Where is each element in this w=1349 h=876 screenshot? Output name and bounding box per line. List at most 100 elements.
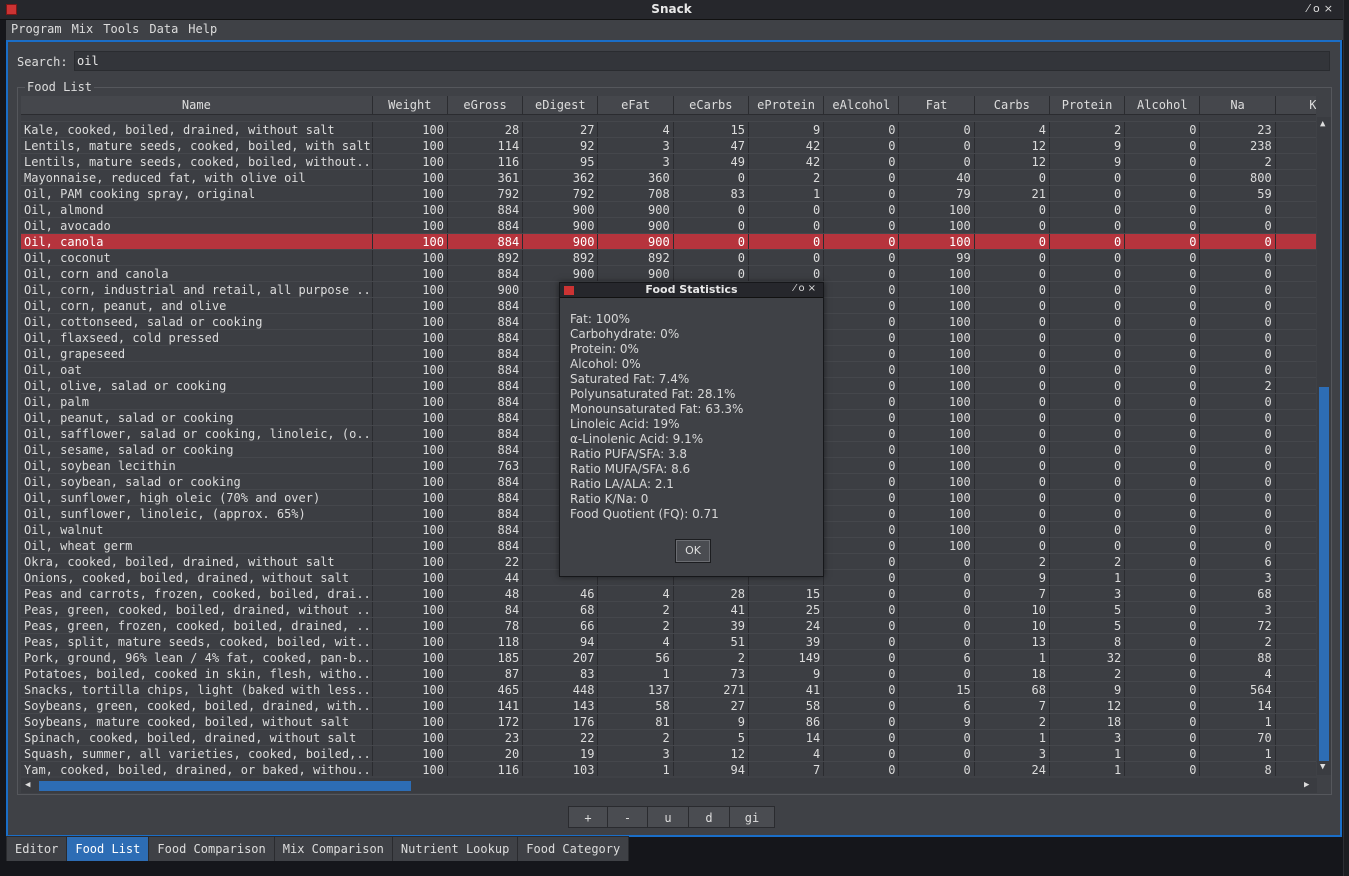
column-header[interactable]: Alcohol	[1124, 96, 1201, 115]
vertical-scrollbar[interactable]: ▲ ▼	[1317, 117, 1331, 775]
table-row[interactable]: Soybeans, green, cooked, boiled, drained…	[21, 697, 1316, 714]
tab-editor[interactable]: Editor	[6, 836, 68, 861]
scroll-right-arrow-icon[interactable]: ▶	[1304, 780, 1309, 790]
table-row[interactable]: Spinach, cooked, boiled, drained, withou…	[21, 729, 1316, 746]
table-row-selected[interactable]: Oil, canola 100 884 900 900 0 0 0 100 0 0 0 0	[21, 233, 1316, 250]
table-cell: 892	[522, 249, 599, 266]
menu-tools[interactable]: Tools	[98, 20, 144, 40]
column-header[interactable]: Fat	[898, 96, 975, 115]
dialog-titlebar[interactable]: Food Statistics ⁄o×	[560, 283, 823, 298]
column-header[interactable]: eFat	[597, 96, 674, 115]
table-cell: 3	[597, 153, 674, 170]
table-row[interactable]: Squash, summer, all varieties, cooked, b…	[21, 745, 1316, 762]
horizontal-scrollbar[interactable]: ◀ ▶	[21, 778, 1317, 793]
table-cell	[1275, 153, 1316, 170]
table-cell: 0	[823, 313, 900, 330]
table-cell: 0	[1199, 537, 1276, 554]
column-header[interactable]: eGross	[447, 96, 524, 115]
window-titlebar[interactable]: Snack ⁄o×	[0, 0, 1343, 20]
table-cell: 12	[1049, 697, 1126, 714]
scroll-left-arrow-icon[interactable]: ◀	[25, 780, 30, 790]
table-cell: 94	[522, 633, 599, 650]
table-row[interactable]: Oil, avocado 100 884 900 900 0 0 0 100 0 0 0 0	[21, 217, 1316, 234]
table-row[interactable]: Mayonnaise, reduced fat, with olive oil 1…	[21, 169, 1316, 186]
menu-mix[interactable]: Mix	[67, 20, 99, 40]
table-cell: 0	[673, 233, 749, 250]
table-cell: 0	[974, 313, 1050, 330]
close-icon[interactable]: ×	[1324, 2, 1337, 15]
table-row[interactable]: Snacks, tortilla chips, light (baked wit…	[21, 681, 1316, 698]
column-header[interactable]: Protein	[1049, 96, 1126, 115]
table-header: Name Weight eGross eDigest eFat eCarbs eProtei…	[21, 96, 1316, 115]
table-cell: 100	[372, 681, 448, 698]
table-row[interactable]: Yam, cooked, boiled, drained, or baked, …	[21, 761, 1316, 776]
table-cell: 73	[673, 665, 749, 682]
horizontal-scroll-thumb[interactable]	[39, 781, 411, 791]
column-header[interactable]: Name	[21, 96, 373, 115]
table-cell: 12	[673, 745, 749, 762]
column-header[interactable]: eCarbs	[673, 96, 749, 115]
table-row[interactable]: Peas, split, mature seeds, cooked, boile…	[21, 633, 1316, 650]
add-row-button[interactable]: +	[568, 806, 608, 828]
table-row[interactable]: Peas and carrots, frozen, cooked, boiled…	[21, 585, 1316, 602]
table-row[interactable]: Peas, green, cooked, boiled, drained, wi…	[21, 601, 1316, 618]
table-cell: 2	[1049, 665, 1126, 682]
dialog-controls[interactable]: ⁄o×	[794, 283, 819, 294]
tab-food-comparison[interactable]: Food Comparison	[148, 836, 275, 861]
glycemic-index-button[interactable]: gi	[729, 806, 775, 828]
column-header[interactable]: Carbs	[974, 96, 1050, 115]
vertical-scroll-thumb[interactable]	[1319, 387, 1329, 761]
move-down-button[interactable]: d	[688, 806, 730, 828]
menu-program[interactable]: Program	[6, 20, 67, 40]
column-header[interactable]: Na	[1199, 96, 1276, 115]
table-cell: 18	[1049, 713, 1126, 730]
column-header[interactable]: eDigest	[522, 96, 599, 115]
stat-line: Carbohydrate: 0%	[570, 327, 680, 341]
table-row[interactable]: Kale, cooked, boiled, drained, without s…	[21, 121, 1316, 138]
menu-help[interactable]: Help	[183, 20, 222, 40]
table-row[interactable]: Potatoes, boiled, cooked in skin, flesh,…	[21, 665, 1316, 682]
table-cell: 0	[823, 377, 900, 394]
dialog-maximize-icon[interactable]: o	[798, 283, 807, 294]
food-name-cell: Oil, sunflower, high oleic (70% and over…	[21, 489, 373, 506]
table-cell: 884	[447, 441, 524, 458]
table-cell: 41	[673, 601, 749, 618]
tab-food-category[interactable]: Food Category	[517, 836, 630, 861]
move-up-button[interactable]: u	[647, 806, 689, 828]
table-row[interactable]: Oil, coconut 100 892 892 892 0 0 0 99 0 0 0 0	[21, 249, 1316, 266]
column-header[interactable]: eProtein	[748, 96, 825, 115]
table-row[interactable]: Oil, almond 100 884 900 900 0 0 0 100 0 0 0 0	[21, 201, 1316, 218]
table-row[interactable]: Peas, green, frozen, cooked, boiled, dra…	[21, 617, 1316, 634]
table-cell: 0	[1124, 473, 1201, 490]
table-row[interactable]: Oil, PAM cooking spray, original 100 792 79…	[21, 185, 1316, 202]
search-input[interactable]	[74, 51, 1330, 71]
table-cell: 2	[974, 713, 1050, 730]
table-cell: 47	[673, 137, 749, 154]
tab-food-list[interactable]: Food List	[66, 836, 150, 861]
window-controls[interactable]: ⁄o×	[1307, 2, 1337, 15]
column-header[interactable]: Weight	[372, 96, 448, 115]
column-header[interactable]: K	[1275, 96, 1316, 115]
table-cell: 0	[974, 505, 1050, 522]
remove-row-button[interactable]: -	[607, 806, 648, 828]
table-cell: 3	[1049, 729, 1126, 746]
table-cell: 8	[1049, 633, 1126, 650]
table-cell: 884	[447, 393, 524, 410]
table-cell	[1275, 281, 1316, 298]
maximize-icon[interactable]: o	[1313, 2, 1324, 15]
tab-nutrient-lookup[interactable]: Nutrient Lookup	[391, 836, 519, 861]
table-cell: 0	[1199, 329, 1276, 346]
column-header[interactable]: eAlcohol	[823, 96, 900, 115]
tab-mix-comparison[interactable]: Mix Comparison	[273, 836, 393, 861]
ok-button[interactable]: OK	[675, 539, 711, 563]
table-row[interactable]: Lentils, mature seeds, cooked, boiled, w…	[21, 137, 1316, 154]
menu-data[interactable]: Data	[144, 20, 183, 40]
table-cell: 15	[898, 681, 975, 698]
scroll-down-arrow-icon[interactable]: ▼	[1320, 762, 1325, 772]
table-row[interactable]: Soybeans, mature cooked, boiled, without…	[21, 713, 1316, 730]
table-row[interactable]: Lentils, mature seeds, cooked, boiled, w…	[21, 153, 1316, 170]
table-row[interactable]: Pork, ground, 96% lean / 4% fat, cooked,…	[21, 649, 1316, 666]
table-row[interactable]: Oil, corn and canola 100 884 900 900 0 0 0 100 0 0…	[21, 265, 1316, 282]
dialog-close-icon[interactable]: ×	[808, 283, 819, 294]
scroll-up-arrow-icon[interactable]: ▲	[1320, 119, 1325, 129]
